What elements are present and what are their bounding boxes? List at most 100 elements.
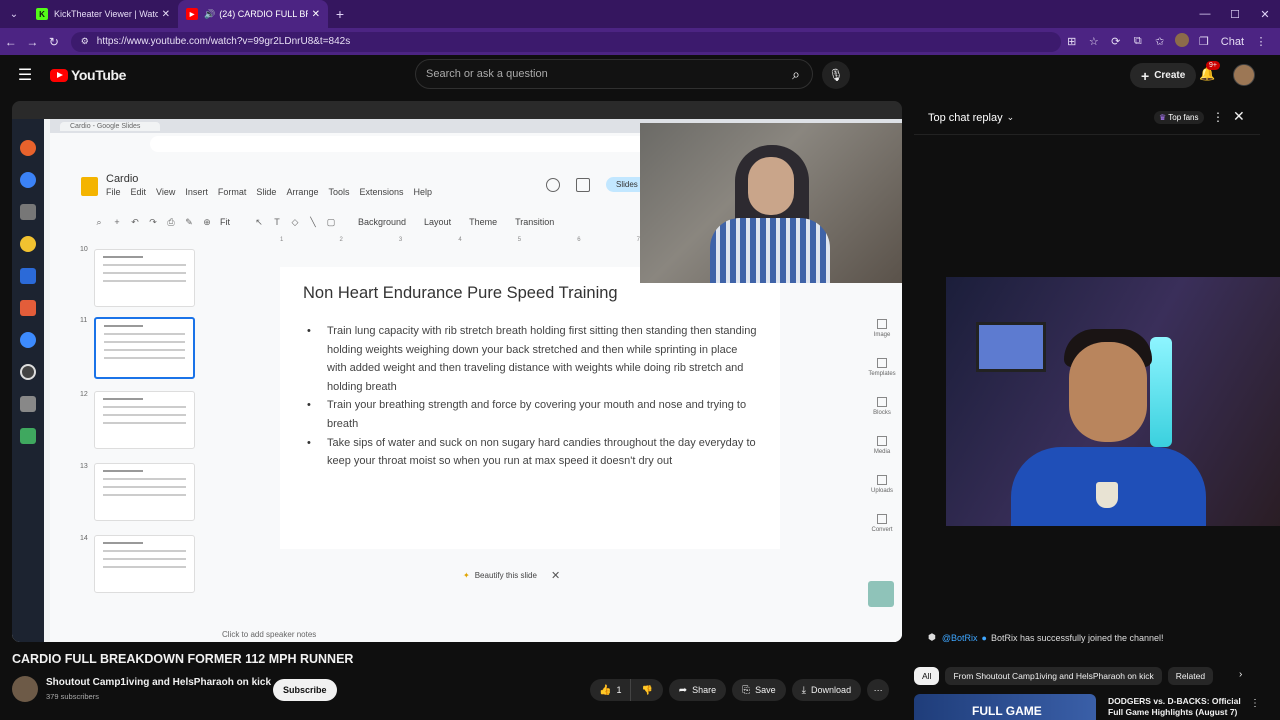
- help-icon: [20, 332, 36, 348]
- search-box[interactable]: Search or ask a question ⌕: [415, 59, 813, 89]
- window-close-icon[interactable]: ✕: [1250, 8, 1280, 21]
- image-icon: [877, 319, 887, 329]
- new-tab-plus-icon[interactable]: +: [328, 6, 352, 22]
- minimize-icon[interactable]: —: [1190, 8, 1220, 21]
- recommended-video[interactable]: FULL GAME DODGERS vs. D-BACKS: Official …: [914, 694, 1260, 720]
- sync-icon[interactable]: ⟳: [1105, 35, 1127, 48]
- address-bar[interactable]: ⚙ https://www.youtube.com/watch?v=99gr2L…: [70, 31, 1061, 52]
- chip-related[interactable]: Related: [1167, 667, 1214, 685]
- speaker-icon[interactable]: 🔊: [204, 9, 215, 20]
- transition-button: Transition: [515, 217, 555, 227]
- background-button: Background: [358, 217, 407, 227]
- channel-avatar[interactable]: [12, 676, 38, 702]
- dislike-button[interactable]: 👎: [631, 685, 662, 696]
- slide-title: Non Heart Endurance Pure Speed Training: [303, 284, 618, 302]
- history-icon: [546, 177, 560, 192]
- create-button[interactable]: + Create: [1130, 63, 1197, 88]
- microphone-icon[interactable]: 🎙: [822, 61, 850, 89]
- menu-item: Slide: [256, 187, 277, 197]
- download-icon: ⤓: [801, 684, 807, 696]
- share-icon: ➦: [678, 684, 688, 696]
- chevron-down-icon[interactable]: ⌄: [1007, 112, 1015, 123]
- comment-add-icon: ▢: [326, 216, 336, 227]
- copilot-chat-button[interactable]: Chat: [1215, 36, 1250, 48]
- top-fans-label: Top fans: [1168, 113, 1199, 122]
- chip-from-channel[interactable]: From Shoutout Camp1iving and HelsPharaoh…: [945, 667, 1162, 685]
- hamburger-menu-icon[interactable]: ☰: [0, 65, 50, 85]
- speaker-notes: Click to add speaker notes: [222, 630, 317, 639]
- youtube-favicon-icon: ▶: [186, 8, 198, 20]
- slides-menu-bar: File Edit View Insert Format Slide Arran…: [106, 187, 442, 197]
- chat-close-icon[interactable]: ✕: [1233, 108, 1245, 125]
- maximize-icon[interactable]: ☐: [1220, 8, 1250, 21]
- menu-item: Arrange: [286, 187, 319, 197]
- bot-badge-icon: ⬢: [928, 632, 936, 642]
- youtube-header: ☰ YouTube Search or ask a question ⌕ 🎙 +…: [0, 55, 1280, 95]
- reload-icon[interactable]: ↻: [43, 35, 65, 49]
- zoom-fit: Fit: [220, 217, 230, 227]
- channel-name[interactable]: Shoutout Camp1iving and HelsPharaoh on k…: [46, 677, 271, 688]
- youtube-logo[interactable]: YouTube: [50, 67, 126, 83]
- menu-item: Insert: [185, 187, 208, 197]
- tab-list-chevron-icon[interactable]: ⌄: [0, 0, 28, 28]
- chat-message: ⬢ @BotRix ● BotRix has successfully join…: [928, 632, 1164, 643]
- tab-close-icon[interactable]: ✕: [162, 9, 170, 20]
- recommended-title[interactable]: DODGERS vs. D-BACKS: Official Full Game …: [1108, 696, 1248, 718]
- browser-tab-kicktheater[interactable]: K KickTheater Viewer | Watch Multip ✕: [28, 0, 178, 28]
- top-fans-badge[interactable]: ♛ Top fans: [1154, 111, 1204, 124]
- more-actions-icon[interactable]: ⋯: [867, 679, 890, 701]
- chat-username[interactable]: @BotRix: [942, 633, 978, 643]
- subscribe-button[interactable]: Subscribe: [273, 679, 337, 701]
- site-info-icon[interactable]: ⚙: [81, 36, 89, 47]
- thumb-number: 12: [80, 391, 88, 398]
- app-icon: [20, 204, 36, 220]
- notifications-bell-icon[interactable]: 🔔 9+: [1199, 61, 1220, 82]
- tab-close-icon[interactable]: ✕: [312, 9, 320, 20]
- save-button[interactable]: ⎘ Save: [732, 679, 786, 701]
- thumbnail-text: FULL GAME: [972, 704, 1042, 718]
- chat-text: BotRix has successfully joined the chann…: [990, 632, 1164, 643]
- back-arrow-icon[interactable]: ←: [0, 35, 22, 49]
- chevron-right-icon[interactable]: ›: [1239, 669, 1242, 680]
- chat-title[interactable]: Top chat replay: [928, 112, 1003, 124]
- sidebar-more-icon[interactable]: ⋮: [1250, 35, 1272, 48]
- comments-icon: [576, 177, 590, 192]
- search-icon[interactable]: ⌕: [780, 66, 812, 83]
- youtube-logo-text: YouTube: [71, 67, 127, 83]
- recommended-more-icon[interactable]: ⋮: [1250, 698, 1260, 709]
- chat-more-icon[interactable]: ⋮: [1212, 110, 1224, 124]
- favorites-icon[interactable]: ✩: [1149, 35, 1171, 48]
- thumb-number: 10: [80, 246, 88, 253]
- install-app-icon[interactable]: ⊞: [1061, 35, 1083, 48]
- assistant-avatar-icon: [868, 581, 894, 607]
- browser-toolbar: ← → ↻ ⚙ https://www.youtube.com/watch?v=…: [0, 28, 1280, 55]
- templates-icon: [877, 358, 887, 368]
- layout-button: Layout: [424, 217, 452, 227]
- menu-item: File: [106, 187, 121, 197]
- download-button[interactable]: ⤓ Download: [791, 679, 862, 701]
- slide-thumbnail: [94, 535, 195, 593]
- select-icon: ↖: [255, 216, 263, 227]
- app-icon: [20, 396, 36, 412]
- save-label: Save: [755, 685, 776, 695]
- extensions-icon[interactable]: ⧉: [1127, 35, 1149, 48]
- bookmark-icon: ⎘: [742, 684, 751, 696]
- forward-arrow-icon[interactable]: →: [22, 35, 44, 49]
- slide-canvas: Non Heart Endurance Pure Speed Training …: [280, 267, 780, 549]
- chip-all[interactable]: All: [914, 667, 940, 685]
- account-avatar[interactable]: [1233, 64, 1255, 86]
- recommended-thumbnail[interactable]: FULL GAME: [914, 694, 1096, 720]
- video-title: CARDIO FULL BREAKDOWN FORMER 112 MPH RUN…: [12, 652, 354, 666]
- browser-tab-youtube[interactable]: ▶ 🔊 (24) CARDIO FULL BREAKDOWN ✕: [178, 0, 328, 28]
- search-input[interactable]: Search or ask a question: [416, 68, 780, 80]
- app-icon: [20, 428, 36, 444]
- youtube-play-logo-icon: [50, 68, 68, 82]
- download-label: Download: [811, 685, 852, 695]
- bookmark-star-icon[interactable]: ☆: [1083, 35, 1105, 48]
- like-button[interactable]: 👍 1: [590, 679, 632, 701]
- side-panel-label: Templates: [868, 371, 896, 377]
- profile-avatar[interactable]: [1171, 33, 1193, 50]
- share-button[interactable]: ➦ Share: [668, 679, 727, 701]
- collections-icon[interactable]: ❐: [1193, 35, 1215, 48]
- side-panel-label: Uploads: [870, 488, 893, 494]
